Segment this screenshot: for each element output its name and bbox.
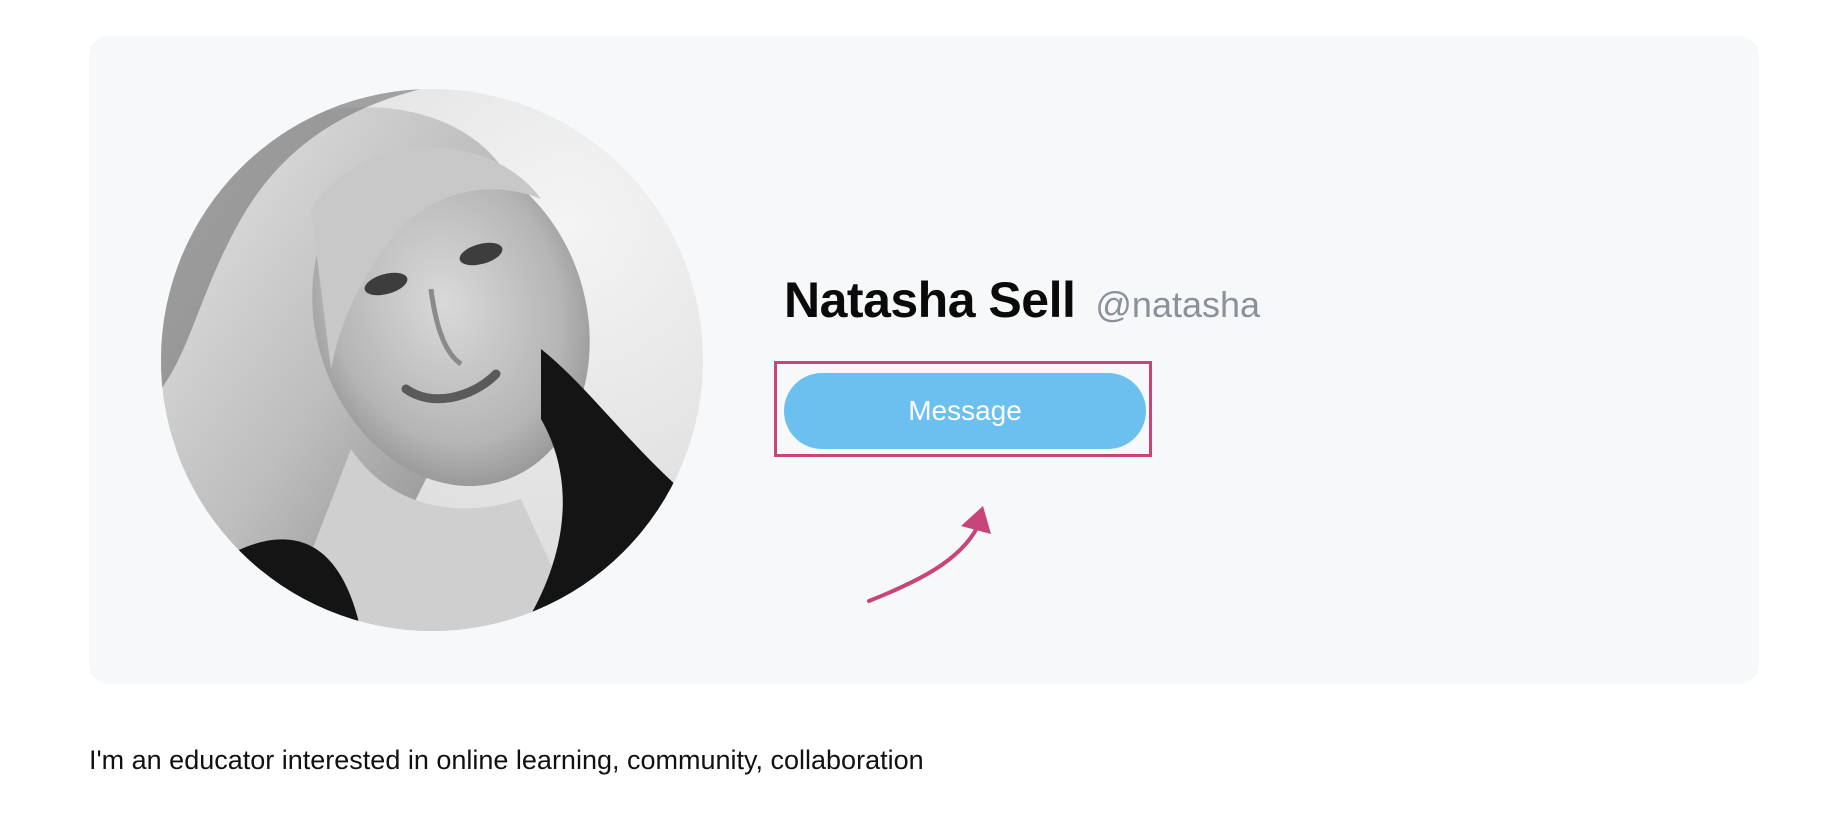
curved-arrow-icon	[867, 506, 991, 603]
avatar	[161, 89, 703, 631]
profile-bio: I'm an educator interested in online lea…	[89, 745, 924, 775]
profile-card: Natasha Sell @natasha Message	[89, 36, 1759, 684]
page: Natasha Sell @natasha Message I'm an edu…	[0, 0, 1846, 818]
name-row: Natasha Sell @natasha	[784, 271, 1260, 329]
highlight-annotation	[774, 361, 1152, 457]
user-handle: @natasha	[1095, 284, 1261, 325]
display-name: Natasha Sell	[784, 272, 1076, 328]
avatar-photo	[161, 89, 703, 631]
